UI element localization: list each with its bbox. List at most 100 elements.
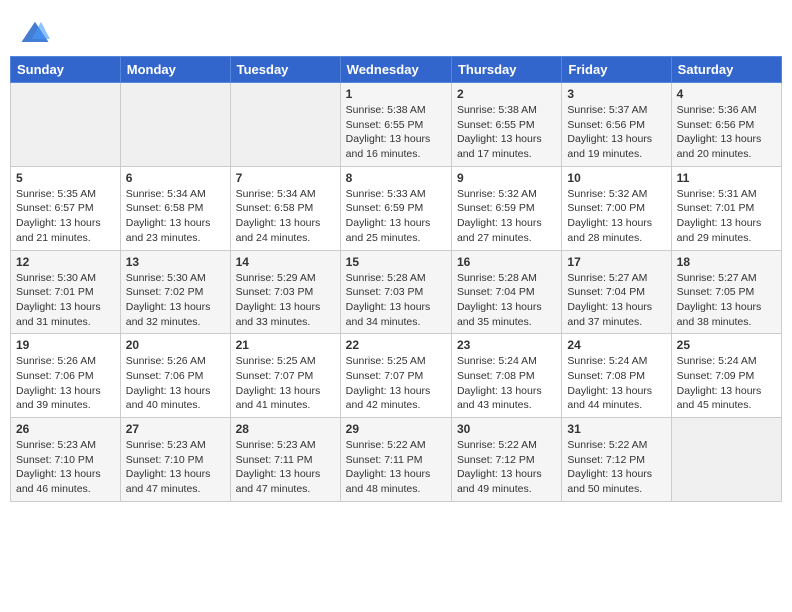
day-info: Sunrise: 5:27 AMSunset: 7:05 PMDaylight:…	[677, 271, 776, 330]
header	[10, 10, 782, 52]
day-header-monday: Monday	[120, 57, 230, 83]
day-info: Sunrise: 5:24 AMSunset: 7:08 PMDaylight:…	[567, 354, 665, 413]
day-info: Sunrise: 5:30 AMSunset: 7:01 PMDaylight:…	[16, 271, 115, 330]
calendar-cell: 11Sunrise: 5:31 AMSunset: 7:01 PMDayligh…	[671, 166, 781, 250]
day-info: Sunrise: 5:26 AMSunset: 7:06 PMDaylight:…	[16, 354, 115, 413]
calendar-cell	[120, 83, 230, 167]
day-info: Sunrise: 5:23 AMSunset: 7:11 PMDaylight:…	[236, 438, 335, 497]
calendar-week-row: 1Sunrise: 5:38 AMSunset: 6:55 PMDaylight…	[11, 83, 782, 167]
day-number: 4	[677, 87, 776, 101]
calendar-cell: 7 Sunrise: 5:34 AMSunset: 6:58 PMDaylight…	[230, 166, 340, 250]
day-info: Sunrise: 5:28 AMSunset: 7:03 PMDaylight:…	[346, 271, 446, 330]
day-info: Sunrise: 5:38 AMSunset: 6:55 PMDaylight:…	[346, 103, 446, 162]
day-info: Sunrise: 5:27 AMSunset: 7:04 PMDaylight:…	[567, 271, 665, 330]
day-info: Sunrise: 5:23 AMSunset: 7:10 PMDaylight:…	[16, 438, 115, 497]
day-info: Sunrise: 5:30 AMSunset: 7:02 PMDaylight:…	[126, 271, 225, 330]
calendar-cell: 31 Sunrise: 5:22 AMSunset: 7:12 PMDayligh…	[562, 418, 671, 502]
day-number: 3	[567, 87, 665, 101]
day-number: 29	[346, 422, 446, 436]
day-info: Sunrise: 5:36 AMSunset: 6:56 PMDaylight:…	[677, 103, 776, 162]
logo	[20, 18, 54, 48]
day-info: Sunrise: 5:22 AMSunset: 7:11 PMDaylight:…	[346, 438, 446, 497]
day-number: 7	[236, 171, 335, 185]
day-number: 6	[126, 171, 225, 185]
day-number: 17	[567, 255, 665, 269]
day-info: Sunrise: 5:37 AMSunset: 6:56 PMDaylight:…	[567, 103, 665, 162]
calendar-cell: 27 Sunrise: 5:23 AMSunset: 7:10 PMDayligh…	[120, 418, 230, 502]
calendar-cell: 12 Sunrise: 5:30 AMSunset: 7:01 PMDayligh…	[11, 250, 121, 334]
day-header-tuesday: Tuesday	[230, 57, 340, 83]
calendar-cell	[230, 83, 340, 167]
day-info: Sunrise: 5:24 AMSunset: 7:08 PMDaylight:…	[457, 354, 556, 413]
day-header-wednesday: Wednesday	[340, 57, 451, 83]
day-number: 28	[236, 422, 335, 436]
calendar-cell: 23 Sunrise: 5:24 AMSunset: 7:08 PMDayligh…	[451, 334, 561, 418]
day-number: 9	[457, 171, 556, 185]
day-info: Sunrise: 5:34 AMSunset: 6:58 PMDaylight:…	[236, 187, 335, 246]
day-number: 11	[677, 171, 776, 185]
calendar-cell: 5 Sunrise: 5:35 AMSunset: 6:57 PMDaylight…	[11, 166, 121, 250]
day-number: 31	[567, 422, 665, 436]
day-info: Sunrise: 5:35 AMSunset: 6:57 PMDaylight:…	[16, 187, 115, 246]
calendar-cell: 20 Sunrise: 5:26 AMSunset: 7:06 PMDayligh…	[120, 334, 230, 418]
calendar-cell: 30 Sunrise: 5:22 AMSunset: 7:12 PMDayligh…	[451, 418, 561, 502]
day-number: 2	[457, 87, 556, 101]
calendar-cell: 19 Sunrise: 5:26 AMSunset: 7:06 PMDayligh…	[11, 334, 121, 418]
calendar-cell: 21 Sunrise: 5:25 AMSunset: 7:07 PMDayligh…	[230, 334, 340, 418]
day-number: 30	[457, 422, 556, 436]
calendar-cell: 29 Sunrise: 5:22 AMSunset: 7:11 PMDayligh…	[340, 418, 451, 502]
calendar-cell: 22 Sunrise: 5:25 AMSunset: 7:07 PMDayligh…	[340, 334, 451, 418]
calendar-cell: 8Sunrise: 5:33 AMSunset: 6:59 PMDaylight…	[340, 166, 451, 250]
calendar-cell: 26 Sunrise: 5:23 AMSunset: 7:10 PMDayligh…	[11, 418, 121, 502]
day-number: 24	[567, 338, 665, 352]
calendar-cell	[671, 418, 781, 502]
day-header-sunday: Sunday	[11, 57, 121, 83]
day-number: 20	[126, 338, 225, 352]
calendar-cell	[11, 83, 121, 167]
day-number: 21	[236, 338, 335, 352]
calendar: SundayMondayTuesdayWednesdayThursdayFrid…	[10, 56, 782, 502]
day-number: 25	[677, 338, 776, 352]
day-info: Sunrise: 5:25 AMSunset: 7:07 PMDaylight:…	[346, 354, 446, 413]
day-info: Sunrise: 5:26 AMSunset: 7:06 PMDaylight:…	[126, 354, 225, 413]
day-number: 26	[16, 422, 115, 436]
day-info: Sunrise: 5:22 AMSunset: 7:12 PMDaylight:…	[567, 438, 665, 497]
day-info: Sunrise: 5:25 AMSunset: 7:07 PMDaylight:…	[236, 354, 335, 413]
day-info: Sunrise: 5:38 AMSunset: 6:55 PMDaylight:…	[457, 103, 556, 162]
day-info: Sunrise: 5:29 AMSunset: 7:03 PMDaylight:…	[236, 271, 335, 330]
day-info: Sunrise: 5:24 AMSunset: 7:09 PMDaylight:…	[677, 354, 776, 413]
day-info: Sunrise: 5:28 AMSunset: 7:04 PMDaylight:…	[457, 271, 556, 330]
day-number: 5	[16, 171, 115, 185]
day-number: 16	[457, 255, 556, 269]
day-number: 10	[567, 171, 665, 185]
calendar-cell: 14 Sunrise: 5:29 AMSunset: 7:03 PMDayligh…	[230, 250, 340, 334]
day-number: 22	[346, 338, 446, 352]
calendar-cell: 28 Sunrise: 5:23 AMSunset: 7:11 PMDayligh…	[230, 418, 340, 502]
day-info: Sunrise: 5:22 AMSunset: 7:12 PMDaylight:…	[457, 438, 556, 497]
calendar-cell: 10Sunrise: 5:32 AMSunset: 7:00 PMDayligh…	[562, 166, 671, 250]
logo-icon	[20, 18, 50, 48]
day-number: 12	[16, 255, 115, 269]
calendar-week-row: 12 Sunrise: 5:30 AMSunset: 7:01 PMDayligh…	[11, 250, 782, 334]
calendar-cell: 9 Sunrise: 5:32 AMSunset: 6:59 PMDaylight…	[451, 166, 561, 250]
calendar-cell: 16 Sunrise: 5:28 AMSunset: 7:04 PMDayligh…	[451, 250, 561, 334]
day-number: 8	[346, 171, 446, 185]
day-number: 18	[677, 255, 776, 269]
day-info: Sunrise: 5:23 AMSunset: 7:10 PMDaylight:…	[126, 438, 225, 497]
calendar-cell: 17 Sunrise: 5:27 AMSunset: 7:04 PMDayligh…	[562, 250, 671, 334]
calendar-cell: 4 Sunrise: 5:36 AMSunset: 6:56 PMDaylight…	[671, 83, 781, 167]
day-info: Sunrise: 5:32 AMSunset: 6:59 PMDaylight:…	[457, 187, 556, 246]
calendar-week-row: 19 Sunrise: 5:26 AMSunset: 7:06 PMDayligh…	[11, 334, 782, 418]
day-info: Sunrise: 5:34 AMSunset: 6:58 PMDaylight:…	[126, 187, 225, 246]
day-number: 14	[236, 255, 335, 269]
day-number: 27	[126, 422, 225, 436]
calendar-week-row: 26 Sunrise: 5:23 AMSunset: 7:10 PMDayligh…	[11, 418, 782, 502]
calendar-cell: 1Sunrise: 5:38 AMSunset: 6:55 PMDaylight…	[340, 83, 451, 167]
calendar-header-row: SundayMondayTuesdayWednesdayThursdayFrid…	[11, 57, 782, 83]
calendar-week-row: 5 Sunrise: 5:35 AMSunset: 6:57 PMDaylight…	[11, 166, 782, 250]
calendar-cell: 3 Sunrise: 5:37 AMSunset: 6:56 PMDaylight…	[562, 83, 671, 167]
day-number: 13	[126, 255, 225, 269]
day-number: 19	[16, 338, 115, 352]
day-number: 23	[457, 338, 556, 352]
calendar-cell: 18 Sunrise: 5:27 AMSunset: 7:05 PMDayligh…	[671, 250, 781, 334]
